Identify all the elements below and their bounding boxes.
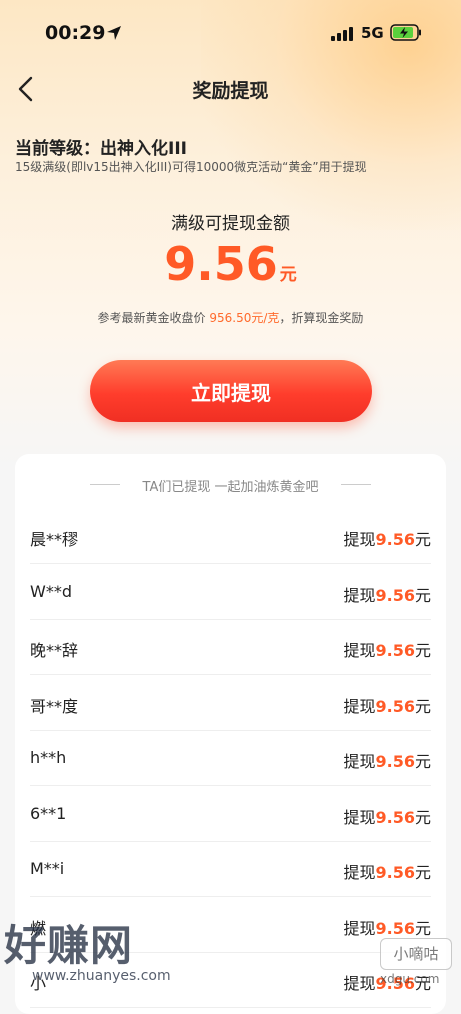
record-unit: 元 xyxy=(414,530,431,549)
amount-value: 9.56 xyxy=(164,237,278,291)
gold-price-reference: 参考最新黄金收盘价 956.50元/克，折算现金奖励 xyxy=(0,309,461,326)
user-name: 晨**穋 xyxy=(30,530,79,549)
record-value: 9.56 xyxy=(375,530,415,549)
list-item: 6**1 提现9.56元 xyxy=(30,786,431,842)
withdraw-record: 提现9.56元 xyxy=(343,859,431,883)
record-prefix: 提现 xyxy=(343,641,376,660)
record-prefix: 提现 xyxy=(343,807,376,827)
user-name: 晚**辞 xyxy=(30,641,79,660)
record-prefix: 提现 xyxy=(343,752,376,771)
record-unit: 元 xyxy=(414,585,431,605)
record-unit: 元 xyxy=(414,696,431,716)
record-value: 9.56 xyxy=(375,585,415,605)
list-item: 晚**辞 提现9.56元 xyxy=(30,619,431,675)
status-bar: 00:29 5G xyxy=(0,0,461,66)
page-title: 奖励提现 xyxy=(192,80,269,102)
current-level: 当前等级：出神入化III xyxy=(15,139,187,159)
network-type: 5G xyxy=(361,24,384,42)
record-value: 9.56 xyxy=(375,696,415,716)
user-name: 哥**度 xyxy=(30,696,79,716)
withdraw-record: 提现9.56元 xyxy=(343,637,431,661)
watermark-site: xdgu.com xyxy=(380,972,440,986)
location-arrow-icon xyxy=(107,26,121,40)
list-item: h**h 提现9.56元 xyxy=(30,730,431,786)
watermark-url: www.zhuanyes.com xyxy=(32,968,171,984)
record-unit: 元 xyxy=(414,863,431,882)
max-withdraw-label: 满级可提现金额 xyxy=(171,214,290,234)
withdraw-record: 提现9.56元 xyxy=(343,526,431,550)
record-prefix: 提现 xyxy=(343,918,376,938)
record-prefix: 提现 xyxy=(343,974,376,993)
status-time: 00:29 xyxy=(45,22,106,44)
list-item: M**i 提现9.56元 xyxy=(30,841,431,897)
withdraw-now-button[interactable]: 立即提现 xyxy=(90,360,372,422)
record-value: 9.56 xyxy=(375,752,415,771)
withdraw-record: 提现9.56元 xyxy=(343,693,431,717)
record-value: 9.56 xyxy=(375,641,415,660)
record-unit: 元 xyxy=(414,641,431,660)
withdraw-amount: 9.56 元 xyxy=(0,237,461,291)
record-unit: 元 xyxy=(414,918,431,938)
record-prefix: 提现 xyxy=(343,696,376,716)
watermark-logo-text: 好赚网 xyxy=(4,921,134,970)
level-description: 15级满级(即lv15出神入化III)可得10000微克活动“黄金”用于提现 xyxy=(15,160,367,174)
watermark-logo: 好赚网 www.zhuanyes.com xyxy=(4,912,194,992)
battery-charging-icon xyxy=(390,24,421,41)
amount-unit: 元 xyxy=(279,265,297,285)
record-prefix: 提现 xyxy=(343,863,376,882)
ref-prefix: 参考最新黄金收盘价 xyxy=(97,311,210,325)
list-item: 哥**度 提现9.56元 xyxy=(30,675,431,731)
record-value: 9.56 xyxy=(375,918,415,938)
user-name: M**i xyxy=(30,859,65,878)
divider xyxy=(341,484,371,485)
user-name: W**d xyxy=(30,581,72,601)
record-unit: 元 xyxy=(414,807,431,827)
withdraw-record: 提现9.56元 xyxy=(343,748,431,772)
list-item: 晨**穋 提现9.56元 xyxy=(30,508,431,564)
record-header-text: TA们已提现 一起加油炼黄金吧 xyxy=(142,480,319,495)
ref-suffix: ，折算现金奖励 xyxy=(279,311,364,325)
watermark-badge: 小嘀咕 xyxy=(380,938,452,970)
withdraw-record: 提现9.56元 xyxy=(343,915,431,939)
withdraw-record: 提现9.56元 xyxy=(343,582,431,606)
user-name: 6**1 xyxy=(30,803,67,823)
record-prefix: 提现 xyxy=(343,530,376,549)
record-unit: 元 xyxy=(414,752,431,771)
record-value: 9.56 xyxy=(375,863,415,882)
gold-price: 956.50元/克 xyxy=(209,311,280,325)
user-name: h**h xyxy=(30,748,67,767)
list-item: W**d 提现9.56元 xyxy=(30,564,431,620)
record-header: TA们已提现 一起加油炼黄金吧 xyxy=(15,474,446,495)
record-value: 9.56 xyxy=(375,807,415,827)
record-prefix: 提现 xyxy=(343,585,376,605)
withdraw-record: 提现9.56元 xyxy=(343,804,431,828)
signal-icon xyxy=(331,27,353,41)
